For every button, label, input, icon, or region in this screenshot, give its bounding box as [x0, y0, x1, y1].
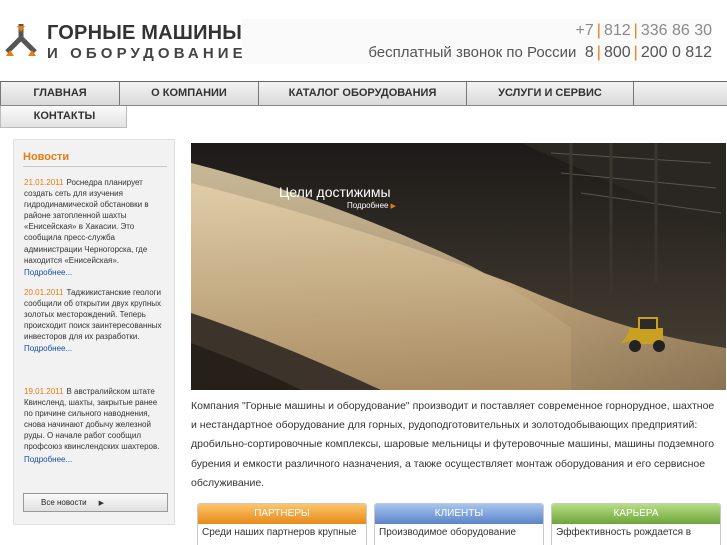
partners-box[interactable]: ПАРТНЕРЫ Среди наших партнеров крупные — [197, 503, 367, 545]
partners-box-title: ПАРТНЕРЫ — [198, 504, 366, 524]
arrow-right-icon: ▶ — [98, 500, 105, 507]
news-more-link[interactable]: Подробнее... — [24, 454, 164, 465]
nav-item-contacts[interactable]: КОНТАКТЫ — [1, 106, 128, 127]
company-description: Компания "Горные машины и оборудование" … — [191, 400, 715, 489]
phone-block: +7 | 812 | 336 86 30 бесплатный звонок по Ро… — [242, 19, 712, 64]
phone-local: +7 | 812 | 336 86 30 — [575, 22, 712, 39]
news-text: Роснедра планирует создать сеть для изуч… — [24, 178, 149, 265]
news-date: 21.01.2011 — [24, 178, 64, 187]
all-news-label: Все новости — [41, 498, 87, 507]
news-date: 19.01.2011 — [24, 387, 64, 396]
tollfree-label: бесплатный звонок по России — [368, 44, 577, 61]
news-more-link[interactable]: Подробнее... — [24, 267, 164, 278]
news-heading: Новости — [23, 151, 70, 163]
hero-image — [191, 143, 726, 390]
logo-emblem-icon — [5, 24, 37, 56]
nav-item-about[interactable]: О КОМПАНИИ — [120, 82, 259, 105]
logo-subtitle: И ОБОРУДОВАНИЕ — [47, 45, 247, 62]
career-box-text: Эффективность рождается в — [556, 527, 692, 538]
news-item: 19.01.2011 В австралийском штате Квинслен… — [24, 386, 164, 465]
nav-item-catalog[interactable]: КАТАЛОГ ОБОРУДОВАНИЯ — [259, 82, 467, 105]
news-date: 20.01.2011 — [24, 288, 64, 297]
all-news-button[interactable]: Все новости ▶ — [23, 493, 168, 512]
career-box[interactable]: КАРЬЕРА Эффективность рождается в — [551, 503, 721, 545]
phone-tollfree: бесплатный звонок по России 8 | 800 | 200 0 … — [368, 44, 712, 61]
news-text: В австралийском штате Квинсленд, шахты, … — [24, 387, 160, 452]
hero-banner[interactable]: Цели достижимы Подробнее ▶ — [191, 143, 726, 390]
hero-more-link[interactable]: Подробнее ▶ — [347, 201, 396, 210]
nav-second-row: КОНТАКТЫ — [0, 106, 127, 128]
hero-title: Цели достижимы — [279, 184, 391, 200]
clients-box-title: КЛИЕНТЫ — [375, 504, 543, 524]
clients-box-text: Производимое оборудование — [379, 527, 517, 538]
nav-item-home[interactable]: ГЛАВНАЯ — [0, 82, 120, 105]
news-divider — [23, 166, 167, 167]
clients-box[interactable]: КЛИЕНТЫ Производимое оборудование — [374, 503, 544, 545]
news-item: 21.01.2011 Роснедра планирует создать сет… — [24, 177, 164, 278]
news-panel: Новости 21.01.2011 Роснедра планирует соз… — [13, 139, 175, 525]
company-logo[interactable]: ГОРНЫЕ МАШИНЫ И ОБОРУДОВАНИЕ — [2, 20, 243, 64]
career-box-title: КАРЬЕРА — [552, 504, 720, 524]
main-nav: ГЛАВНАЯ О КОМПАНИИ КАТАЛОГ ОБОРУДОВАНИЯ … — [0, 81, 727, 106]
arrow-right-icon: ▶ — [390, 203, 396, 210]
logo-title: ГОРНЫЕ МАШИНЫ — [47, 22, 243, 44]
news-item: 20.01.2011 Таджикистанские геологи сообщи… — [24, 287, 164, 355]
nav-item-empty[interactable] — [634, 82, 727, 105]
nav-item-services[interactable]: УСЛУГИ И СЕРВИС — [467, 82, 634, 105]
news-more-link[interactable]: Подробнее... — [24, 343, 164, 354]
partners-box-text: Среди наших партнеров крупные — [202, 527, 357, 538]
